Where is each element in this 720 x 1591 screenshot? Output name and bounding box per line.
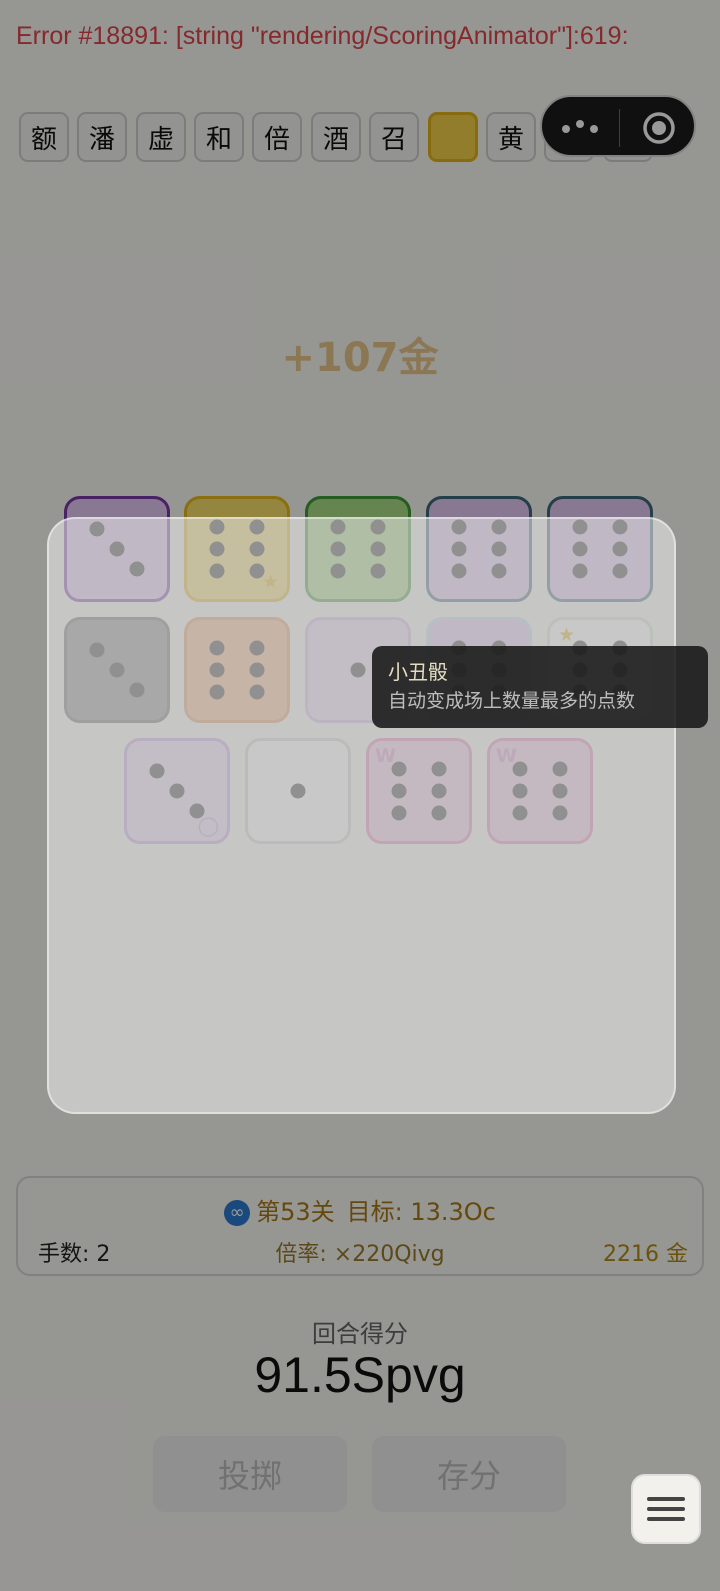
dice-tooltip: 小丑骰 自动变成场上数量最多的点数 [372,646,708,728]
modal-panel [47,517,676,1114]
hamburger-menu-icon[interactable] [631,1474,701,1544]
tooltip-description: 自动变成场上数量最多的点数 [388,690,636,712]
tooltip-title: 小丑骰 [388,660,448,684]
